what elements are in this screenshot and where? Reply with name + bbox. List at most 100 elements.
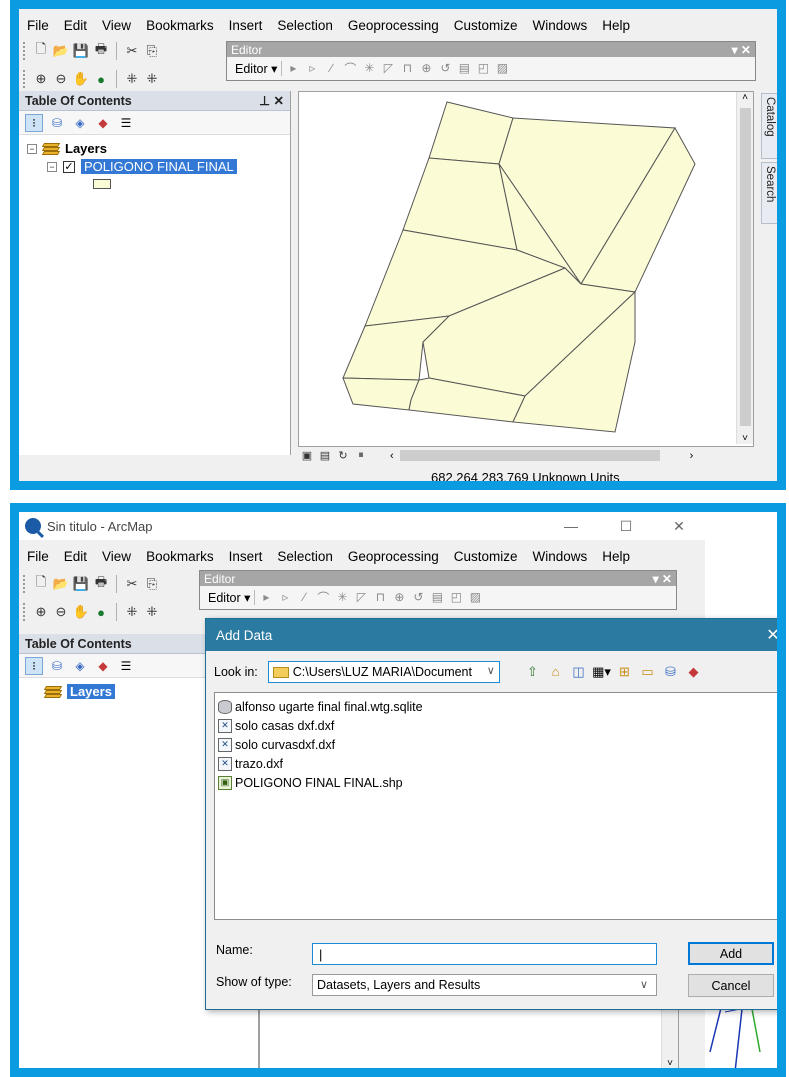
layer-name-selected[interactable]: POLIGONO FINAL FINAL — [81, 159, 237, 174]
maximize-icon[interactable]: ☐ — [604, 512, 648, 540]
menu-geoprocessing[interactable]: Geoprocessing — [348, 18, 439, 33]
menu-help[interactable]: Help — [602, 549, 630, 564]
dialog-titlebar[interactable]: Add Data ✕ — [206, 619, 777, 651]
file-item-dxf[interactable]: ✕ trazo.dxf — [218, 754, 777, 773]
parcel-polygon[interactable] — [428, 101, 514, 165]
layers-label-selected[interactable]: Layers — [67, 684, 115, 699]
cut-icon[interactable]: ✂ — [123, 575, 141, 593]
rotate-icon[interactable]: ↺ — [410, 589, 426, 605]
editor-toolbar-window[interactable]: Editor ▾ ✕ Editor ▾ ▸ ▹ ∕ ⌒ ✳ ◸ ⊓ ⊕ ↺ ▤ … — [226, 41, 756, 81]
minimize-icon[interactable]: — — [549, 512, 593, 540]
edit-tool-icon[interactable]: ▸ — [285, 60, 301, 76]
sketch-properties-icon[interactable]: ◰ — [475, 60, 491, 76]
map-vertical-scrollbar[interactable]: ˄ ˅ — [736, 92, 753, 444]
options-icon[interactable]: ☰ — [117, 657, 135, 675]
sketch-properties-icon[interactable]: ◰ — [448, 589, 464, 605]
menu-edit[interactable]: Edit — [64, 549, 87, 564]
toolbar-grip[interactable] — [23, 603, 26, 621]
full-extent-globe-icon[interactable]: ● — [92, 603, 110, 621]
options-icon[interactable]: ☰ — [117, 114, 135, 132]
fixed-zoom-in-icon[interactable]: ⁜ — [123, 603, 141, 621]
attributes-icon[interactable]: ▤ — [429, 589, 445, 605]
scroll-down-icon[interactable]: ˅ — [737, 433, 753, 444]
menu-file[interactable]: File — [27, 549, 49, 564]
edit-annotation-icon[interactable]: ▹ — [277, 589, 293, 605]
file-name[interactable]: trazo.dxf — [235, 757, 283, 771]
menu-insert[interactable]: Insert — [229, 549, 263, 564]
list-by-drawing-order-icon[interactable]: ⁝ — [25, 113, 43, 132]
print-icon[interactable]: 🖶 — [92, 574, 110, 593]
layout-view-icon[interactable]: ▤ — [316, 447, 334, 465]
file-name[interactable]: solo curvasdxf.dxf — [235, 738, 335, 752]
copy-icon[interactable]: ⎘ — [143, 42, 161, 60]
list-by-source-icon[interactable]: ⛁ — [48, 114, 66, 132]
list-by-visibility-icon[interactable]: ◈ — [71, 657, 89, 675]
list-by-drawing-order-icon[interactable]: ⁝ — [25, 656, 43, 675]
menu-customize[interactable]: Customize — [454, 18, 518, 33]
pause-drawing-icon[interactable]: ⏸ — [352, 447, 370, 465]
editor-menu-button[interactable]: Editor ▾ — [204, 589, 256, 605]
edit-tool-icon[interactable]: ▸ — [258, 589, 274, 605]
menu-bookmarks[interactable]: Bookmarks — [146, 18, 214, 33]
add-button[interactable]: Add — [688, 942, 774, 965]
parcel-polygon[interactable] — [342, 377, 420, 411]
fixed-zoom-in-icon[interactable]: ⁜ — [123, 70, 141, 88]
split-icon[interactable]: ⊕ — [418, 60, 434, 76]
layer-visibility-checkbox[interactable]: ✓ — [63, 160, 75, 173]
search-side-tab[interactable]: Search — [761, 162, 777, 224]
search-tab-label[interactable]: Search — [764, 166, 776, 202]
list-by-selection-icon[interactable]: ◆ — [94, 114, 112, 132]
editor-toolbar-close-icon[interactable]: ▾ ✕ — [653, 572, 676, 586]
cut-icon[interactable]: ✂ — [123, 42, 141, 60]
list-by-visibility-icon[interactable]: ◈ — [71, 114, 89, 132]
collapse-icon[interactable]: − — [47, 161, 57, 172]
zoom-out-icon[interactable]: ⊖ — [52, 70, 70, 88]
file-list[interactable]: alfonso ugarte final final.wtg.sqlite ✕ … — [214, 692, 777, 920]
data-view-icon[interactable]: ▣ — [298, 447, 316, 465]
close-icon[interactable]: ✕ — [657, 512, 701, 540]
look-in-dropdown[interactable]: C:\Users\LUZ MARIA\Document ∨ — [267, 661, 500, 683]
file-item-dxf[interactable]: ✕ solo curvasdxf.dxf — [218, 735, 777, 754]
pan-hand-icon[interactable]: ✋ — [72, 603, 90, 621]
file-item-sqlite[interactable]: alfonso ugarte final final.wtg.sqlite — [218, 697, 777, 716]
full-extent-globe-icon[interactable]: ● — [92, 70, 110, 88]
pan-hand-icon[interactable]: ✋ — [72, 70, 90, 88]
connect-folder-icon[interactable]: ◫ — [570, 663, 587, 680]
menu-bookmarks[interactable]: Bookmarks — [146, 549, 214, 564]
point-icon[interactable]: ✳ — [361, 60, 377, 76]
editor-toolbar-titlebar[interactable]: Editor ▾ ✕ — [227, 42, 755, 57]
open-folder-icon[interactable]: 📂 — [52, 575, 70, 593]
file-name[interactable]: alfonso ugarte final final.wtg.sqlite — [235, 700, 423, 714]
tree-row-layer[interactable]: − ✓ POLIGONO FINAL FINAL — [47, 159, 237, 174]
list-by-selection-icon[interactable]: ◆ — [94, 657, 112, 675]
toc-pin-close-icon[interactable]: ⊥ ✕ — [259, 93, 284, 108]
vertical-scroll-thumb[interactable] — [740, 108, 751, 426]
menu-customize[interactable]: Customize — [454, 549, 518, 564]
catalog-tab-label[interactable]: Catalog — [764, 97, 776, 137]
edit-vertices-icon[interactable]: ◸ — [380, 60, 396, 76]
menu-view[interactable]: View — [102, 18, 131, 33]
attributes-icon[interactable]: ▤ — [456, 60, 472, 76]
create-features-icon[interactable]: ▨ — [494, 60, 510, 76]
menu-file[interactable]: File — [27, 18, 49, 33]
view-menu-icon[interactable]: ▦▾ — [592, 663, 611, 680]
new-document-icon[interactable]: 🗋 — [32, 41, 50, 60]
new-folder-icon[interactable]: ⊞ — [616, 663, 633, 680]
horizontal-scroll-thumb[interactable] — [399, 450, 660, 461]
scroll-down-icon[interactable]: ˅ — [662, 1058, 678, 1068]
tree-row-layers[interactable]: Layers — [43, 684, 115, 699]
list-by-source-icon[interactable]: ⛁ — [48, 657, 66, 675]
database-icon[interactable]: ⛁ — [662, 663, 679, 680]
save-icon[interactable]: 💾 — [72, 42, 90, 60]
new-document-icon[interactable]: 🗋 — [32, 574, 50, 593]
point-icon[interactable]: ✳ — [334, 589, 350, 605]
fixed-zoom-out-icon[interactable]: ⁜ — [143, 70, 161, 88]
reshape-icon[interactable]: ⊓ — [399, 60, 415, 76]
editor-toolbar-close-icon[interactable]: ▾ ✕ — [732, 43, 755, 57]
scroll-left-icon[interactable]: ‹ — [390, 450, 394, 462]
menu-windows[interactable]: Windows — [533, 18, 588, 33]
straight-segment-icon[interactable]: ∕ — [323, 60, 339, 76]
menu-help[interactable]: Help — [602, 18, 630, 33]
menu-windows[interactable]: Windows — [533, 549, 588, 564]
menu-view[interactable]: View — [102, 549, 131, 564]
